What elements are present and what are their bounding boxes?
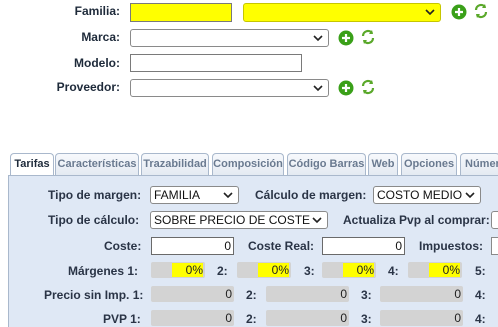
refresh-marca-icon[interactable]	[360, 29, 376, 45]
actualiza-pvp-select[interactable]	[491, 211, 498, 229]
precio-3-label: 3:	[361, 288, 372, 302]
coste-label: Coste:	[104, 239, 142, 253]
tipo-calculo-label: Tipo de cálculo:	[48, 213, 140, 227]
add-marca-icon[interactable]	[338, 30, 354, 46]
proveedor-label: Proveedor:	[56, 80, 120, 94]
calculo-margen-value: COSTO MEDIO	[377, 188, 463, 202]
tipo-margen-select[interactable]: FAMILIA	[150, 186, 239, 204]
impuestos-label: Impuestos:	[419, 239, 484, 253]
pvp-2[interactable]: 0	[266, 310, 349, 326]
modelo-input[interactable]	[130, 54, 302, 72]
pvp-4-label: 4:	[475, 312, 486, 326]
modelo-label: Modelo:	[74, 56, 120, 70]
pvp-3[interactable]: 0	[380, 310, 463, 326]
proveedor-select[interactable]	[130, 79, 329, 97]
margen-3-label: 3:	[304, 264, 315, 278]
familia-code-input[interactable]	[130, 3, 232, 22]
tipo-margen-label: Tipo de margen:	[48, 188, 142, 202]
chevron-down-icon	[223, 192, 233, 199]
margen-5-label: 5:	[475, 264, 486, 278]
precio-4-label: 4:	[475, 288, 486, 302]
margen-4-value: 0%	[428, 263, 460, 277]
refresh-proveedor-icon[interactable]	[360, 79, 376, 95]
coste-real-input[interactable]: 0	[322, 237, 405, 255]
tipo-margen-value: FAMILIA	[154, 188, 201, 202]
tipo-calculo-select[interactable]: SOBRE PRECIO DE COSTE	[150, 211, 328, 229]
margenes-label: Márgenes 1:	[68, 264, 139, 278]
tab-opciones[interactable]: Opciones	[401, 153, 457, 175]
tab-numeros[interactable]: Númer	[460, 153, 498, 175]
margen-2-label: 2:	[217, 264, 228, 278]
margen-3-value: 0%	[342, 263, 374, 277]
chevron-down-icon	[425, 9, 435, 16]
pvp-3-label: 3:	[361, 312, 372, 326]
margen-4-label: 4:	[388, 264, 399, 278]
margen-1-value: 0%	[171, 263, 203, 277]
tab-composicion[interactable]: Composición	[212, 153, 284, 175]
marca-label: Marca:	[81, 30, 120, 44]
tipo-calculo-value: SOBRE PRECIO DE COSTE	[154, 213, 311, 227]
add-familia-icon[interactable]	[451, 4, 467, 20]
impuestos-select[interactable]	[491, 237, 498, 255]
precio-sin-imp-1[interactable]: 0	[151, 286, 234, 302]
pvp-1[interactable]: 0	[151, 310, 234, 326]
margen-4-field[interactable]: 0%	[408, 262, 462, 278]
tab-web[interactable]: Web	[368, 153, 398, 175]
chevron-down-icon	[313, 85, 323, 92]
chevron-down-icon	[465, 192, 475, 199]
tab-caracteristicas[interactable]: Características	[55, 153, 139, 175]
coste-real-label: Coste Real:	[248, 239, 315, 253]
precio-sin-imp-2[interactable]: 0	[266, 286, 349, 302]
add-proveedor-icon[interactable]	[338, 80, 354, 96]
refresh-familia-icon[interactable]	[473, 3, 489, 19]
precio-2-label: 2:	[246, 288, 257, 302]
coste-input[interactable]: 0	[151, 237, 234, 255]
margen-2-value: 0%	[257, 263, 289, 277]
familia-select[interactable]	[243, 3, 441, 22]
calculo-margen-select[interactable]: COSTO MEDIO	[373, 186, 481, 204]
actualiza-pvp-label: Actualiza Pvp al comprar:	[343, 213, 490, 227]
margen-3-field[interactable]: 0%	[322, 262, 376, 278]
tab-codigo-barras[interactable]: Código Barras	[287, 153, 366, 175]
pvp-2-label: 2:	[246, 312, 257, 326]
tab-trazabilidad[interactable]: Trazabilidad	[141, 153, 209, 175]
marca-select[interactable]	[130, 29, 329, 47]
familia-label: Familia:	[74, 4, 120, 18]
precio-sin-imp-3[interactable]: 0	[380, 286, 463, 302]
calculo-margen-label: Cálculo de margen:	[255, 188, 367, 202]
chevron-down-icon	[312, 217, 322, 224]
margen-1-field[interactable]: 0%	[151, 262, 205, 278]
pvp-label: PVP 1:	[103, 312, 141, 326]
precio-sin-imp-label: Precio sin Imp. 1:	[44, 288, 144, 302]
tab-tarifas[interactable]: Tarifas	[10, 153, 54, 176]
chevron-down-icon	[313, 35, 323, 42]
margen-2-field[interactable]: 0%	[237, 262, 291, 278]
